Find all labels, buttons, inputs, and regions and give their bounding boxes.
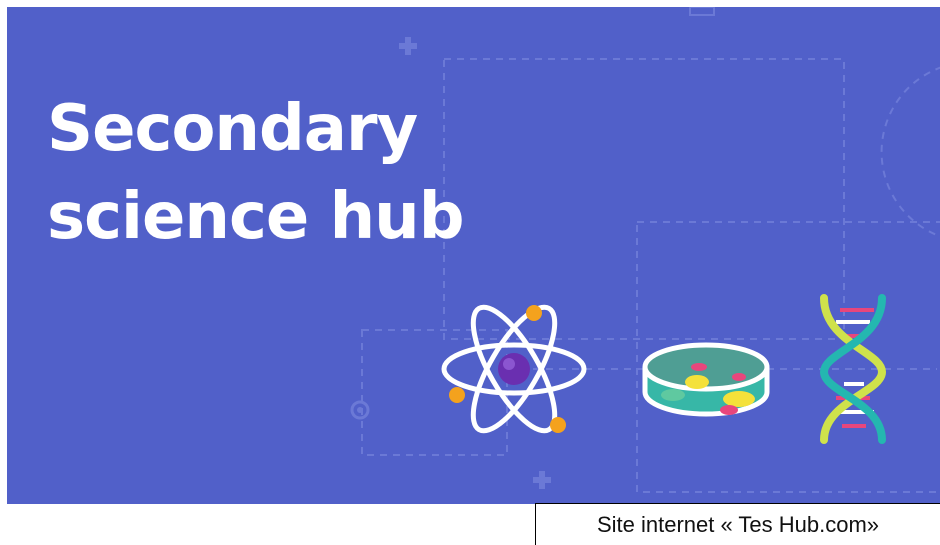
hub-banner: Secondary science hub (7, 7, 940, 504)
source-caption: Site internet « Tes Hub.com» (535, 503, 940, 545)
page-title: Secondary science hub (47, 92, 464, 254)
atom-icon (441, 304, 587, 434)
dna-helix-icon (819, 294, 887, 444)
petri-dish-icon (642, 342, 770, 417)
